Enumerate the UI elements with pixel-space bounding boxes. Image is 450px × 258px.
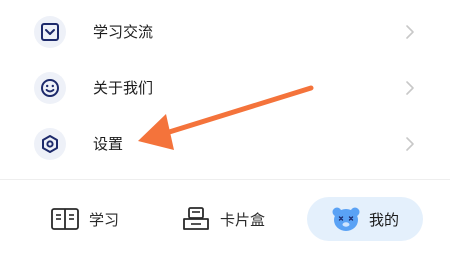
tab-label: 我的: [369, 210, 400, 229]
menu-item-label: 设置: [93, 135, 124, 153]
settings-hexagon-icon: [34, 128, 66, 160]
profile-screen: 学习交流 关于我们 设置 学习 卡片盒 我的: [0, 0, 450, 258]
book-icon: [51, 208, 79, 230]
tab-label: 学习: [89, 210, 120, 229]
menu-item-label: 关于我们: [93, 79, 154, 97]
inbox-icon: [34, 16, 66, 48]
chevron-right-icon: [406, 81, 414, 95]
menu-item-label: 学习交流: [93, 23, 154, 41]
tab-study[interactable]: 学习: [50, 197, 119, 241]
tab-mine[interactable]: 我的: [307, 197, 423, 241]
tab-label: 卡片盒: [220, 210, 266, 229]
bear-avatar-icon: [332, 207, 360, 231]
smiley-icon: [34, 72, 66, 104]
menu-item-study-exchange[interactable]: 学习交流: [0, 4, 450, 60]
tabbar-divider: [0, 179, 450, 180]
tab-card-box[interactable]: 卡片盒: [181, 197, 265, 241]
chevron-right-icon: [406, 137, 414, 151]
menu-item-settings[interactable]: 设置: [0, 116, 450, 172]
menu-item-about-us[interactable]: 关于我们: [0, 60, 450, 116]
card-box-icon: [183, 207, 209, 230]
chevron-right-icon: [406, 25, 414, 39]
